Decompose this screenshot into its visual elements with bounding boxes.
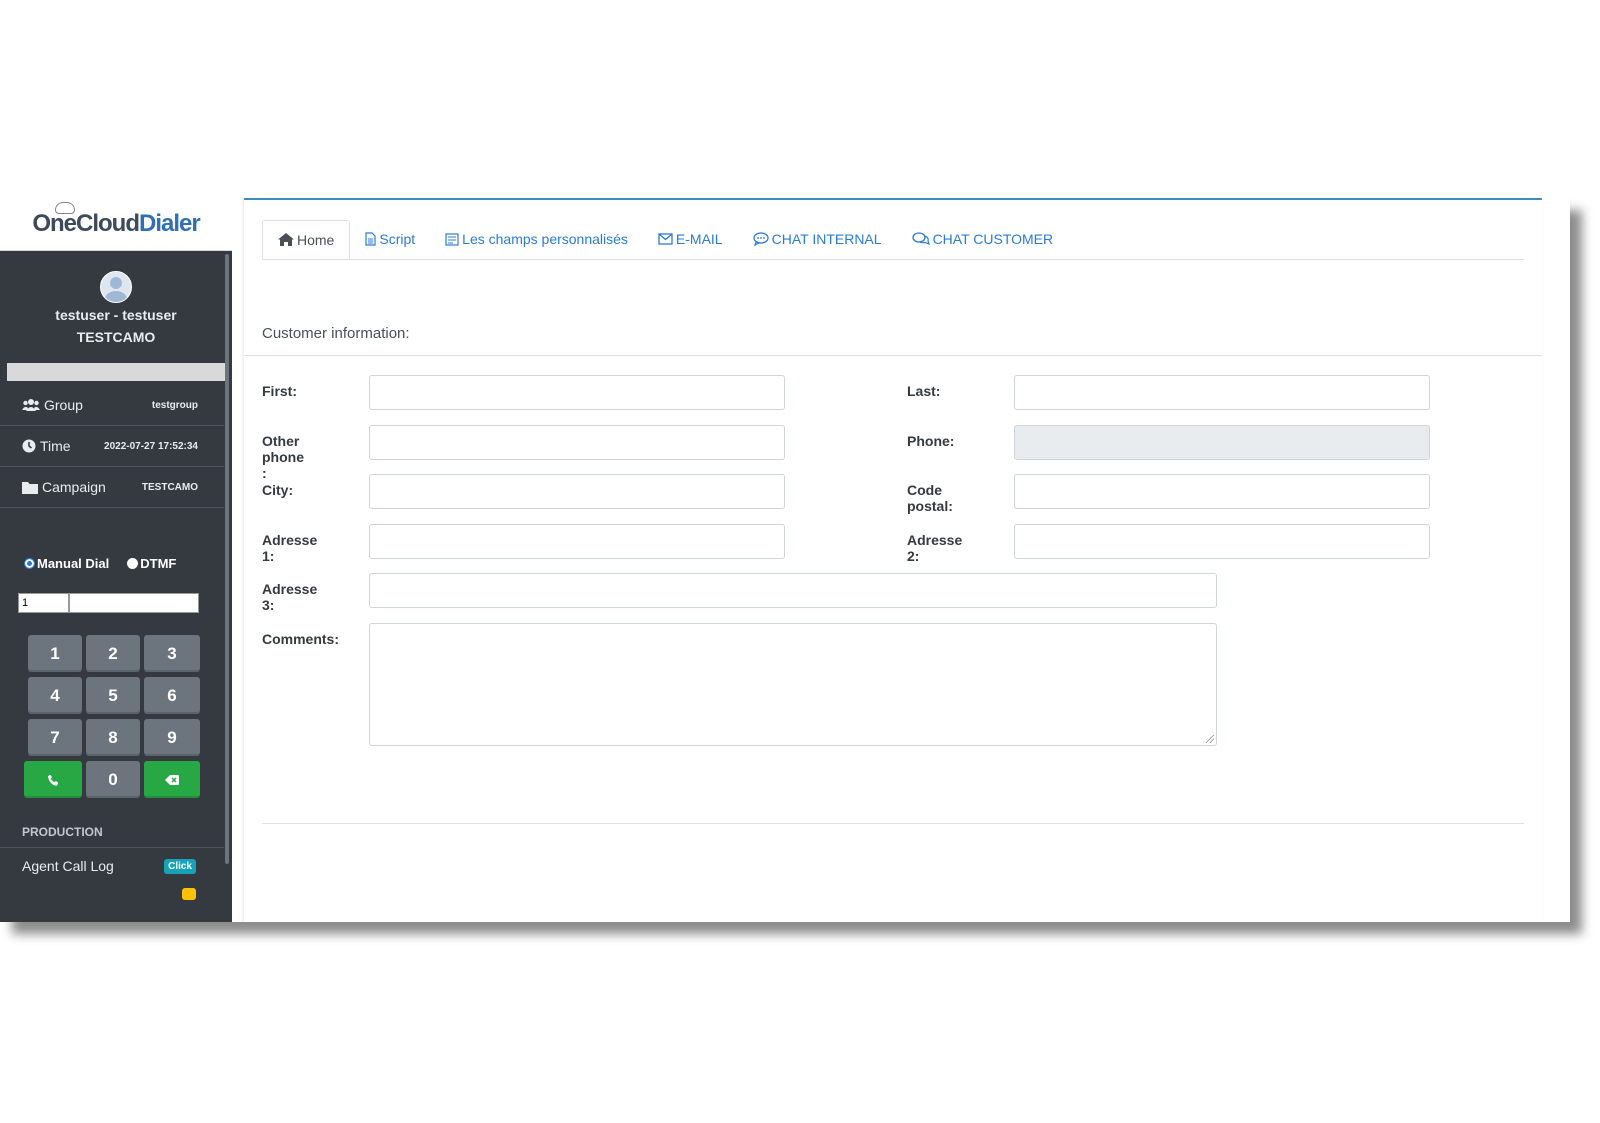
logo-cloud-text: Cloud	[76, 210, 140, 237]
phone-input	[1014, 425, 1430, 460]
time-value: 2022-07-27 17:52:34	[104, 440, 198, 452]
call-button[interactable]	[24, 761, 82, 798]
sidebar-scrollbar[interactable]	[225, 254, 229, 864]
user-campaign: TESTCAMO	[76, 329, 156, 345]
tab-custom-fields[interactable]: Les champs personnalisés	[430, 220, 643, 258]
other-phone-input[interactable]	[369, 425, 785, 460]
info-row-time: Time 2022-07-27 17:52:34	[0, 426, 224, 467]
time-label: Time	[40, 438, 71, 454]
other-phone-label: Other phone :	[262, 433, 304, 481]
group-label: Group	[44, 397, 83, 413]
click-badge[interactable]: Click	[164, 858, 196, 874]
dial-inputs	[18, 593, 232, 613]
status-badge	[182, 888, 196, 900]
address2-input[interactable]	[1014, 524, 1430, 559]
comments-label: Comments:	[262, 631, 340, 647]
postal-code-label: Code postal:	[907, 482, 953, 514]
tab-chat-internal[interactable]: CHAT INTERNAL	[738, 220, 897, 258]
key-0[interactable]: 0	[86, 761, 140, 798]
address2-label: Adresse 2:	[907, 532, 963, 564]
user-name: testuser - testuser	[55, 307, 177, 323]
address1-label: Adresse 1:	[262, 532, 318, 564]
user-panel: testuser - testuser TESTCAMO	[0, 251, 232, 345]
envelope-icon	[658, 233, 673, 245]
first-label: First:	[262, 383, 297, 399]
home-icon	[278, 233, 294, 246]
eraser-icon	[165, 774, 179, 785]
key-3[interactable]: 3	[144, 635, 200, 672]
tab-chat-customer[interactable]: CHAT CUSTOMER	[897, 220, 1069, 258]
key-2[interactable]: 2	[86, 635, 140, 672]
address1-input[interactable]	[369, 524, 785, 559]
key-5[interactable]: 5	[86, 677, 140, 714]
info-row-group: Group testgroup	[0, 385, 224, 426]
info-row-campaign: Campaign TESTCAMO	[0, 467, 224, 508]
erase-button[interactable]	[144, 761, 200, 798]
radio-checked-icon	[24, 558, 35, 569]
keypad: 1 2 3 4 5 6 7 8 9 0	[24, 635, 232, 798]
dtmf-radio[interactable]: DTMF	[127, 556, 176, 571]
phone-icon	[48, 774, 58, 786]
tab-home[interactable]: Home	[262, 220, 351, 259]
key-6[interactable]: 6	[144, 677, 200, 714]
agent-call-log-item[interactable]: Agent Call Log Click	[0, 847, 224, 874]
logo-one-text: One	[32, 210, 77, 237]
sidebar-item-next[interactable]	[0, 874, 224, 900]
app-window: OneCloudDialer testuser - testuser TESTC…	[0, 198, 1570, 922]
country-code-input[interactable]	[18, 593, 69, 613]
tab-script[interactable]: Script	[350, 220, 430, 258]
sidebar: OneCloudDialer testuser - testuser TESTC…	[0, 198, 232, 922]
postal-code-input[interactable]	[1014, 474, 1430, 509]
last-label: Last:	[907, 383, 941, 399]
comment-dots-icon	[752, 232, 769, 246]
logo-dialer-text: Dialer	[138, 210, 201, 237]
logo[interactable]: OneCloudDialer	[0, 198, 232, 251]
key-8[interactable]: 8	[86, 719, 140, 756]
address3-label: Adresse 3:	[262, 581, 318, 613]
phone-label: Phone:	[907, 433, 955, 449]
agent-call-log-label: Agent Call Log	[22, 858, 114, 874]
phone-number-input[interactable]	[69, 593, 199, 613]
users-icon	[22, 399, 40, 411]
comments-icon	[911, 232, 930, 246]
status-bar	[7, 363, 225, 381]
first-name-input[interactable]	[369, 375, 785, 410]
key-4[interactable]: 4	[28, 677, 82, 714]
address3-input[interactable]	[369, 573, 1217, 608]
folder-icon	[22, 481, 38, 494]
manual-dial-radio[interactable]: Manual Dial	[24, 556, 109, 571]
dial-mode-selector: Manual Dial DTMF	[0, 508, 232, 571]
bottom-divider	[262, 823, 1524, 824]
tab-email[interactable]: E-MAIL	[643, 220, 738, 258]
main-content: Home Script Les champs personnalisés E-M…	[244, 198, 1542, 922]
cloud-icon	[55, 202, 75, 214]
key-9[interactable]: 9	[144, 719, 200, 756]
campaign-label: Campaign	[42, 479, 106, 495]
city-label: City:	[262, 482, 294, 498]
resize-handle-icon[interactable]	[1206, 735, 1214, 743]
clock-icon	[22, 439, 36, 453]
form-icon	[445, 232, 459, 246]
file-text-icon	[365, 232, 376, 246]
divider	[244, 355, 1542, 356]
radio-unchecked-icon	[127, 558, 139, 569]
key-7[interactable]: 7	[28, 719, 82, 756]
group-value: testgroup	[151, 399, 198, 411]
key-1[interactable]: 1	[28, 635, 82, 672]
city-input[interactable]	[369, 474, 785, 509]
production-header: PRODUCTION	[22, 825, 103, 839]
avatar	[100, 271, 132, 303]
last-name-input[interactable]	[1014, 375, 1430, 410]
customer-info-title: Customer information:	[262, 325, 410, 342]
campaign-value: TESTCAMO	[141, 481, 198, 493]
tab-bar: Home Script Les champs personnalisés E-M…	[262, 220, 1524, 260]
comments-textarea[interactable]	[369, 623, 1217, 746]
